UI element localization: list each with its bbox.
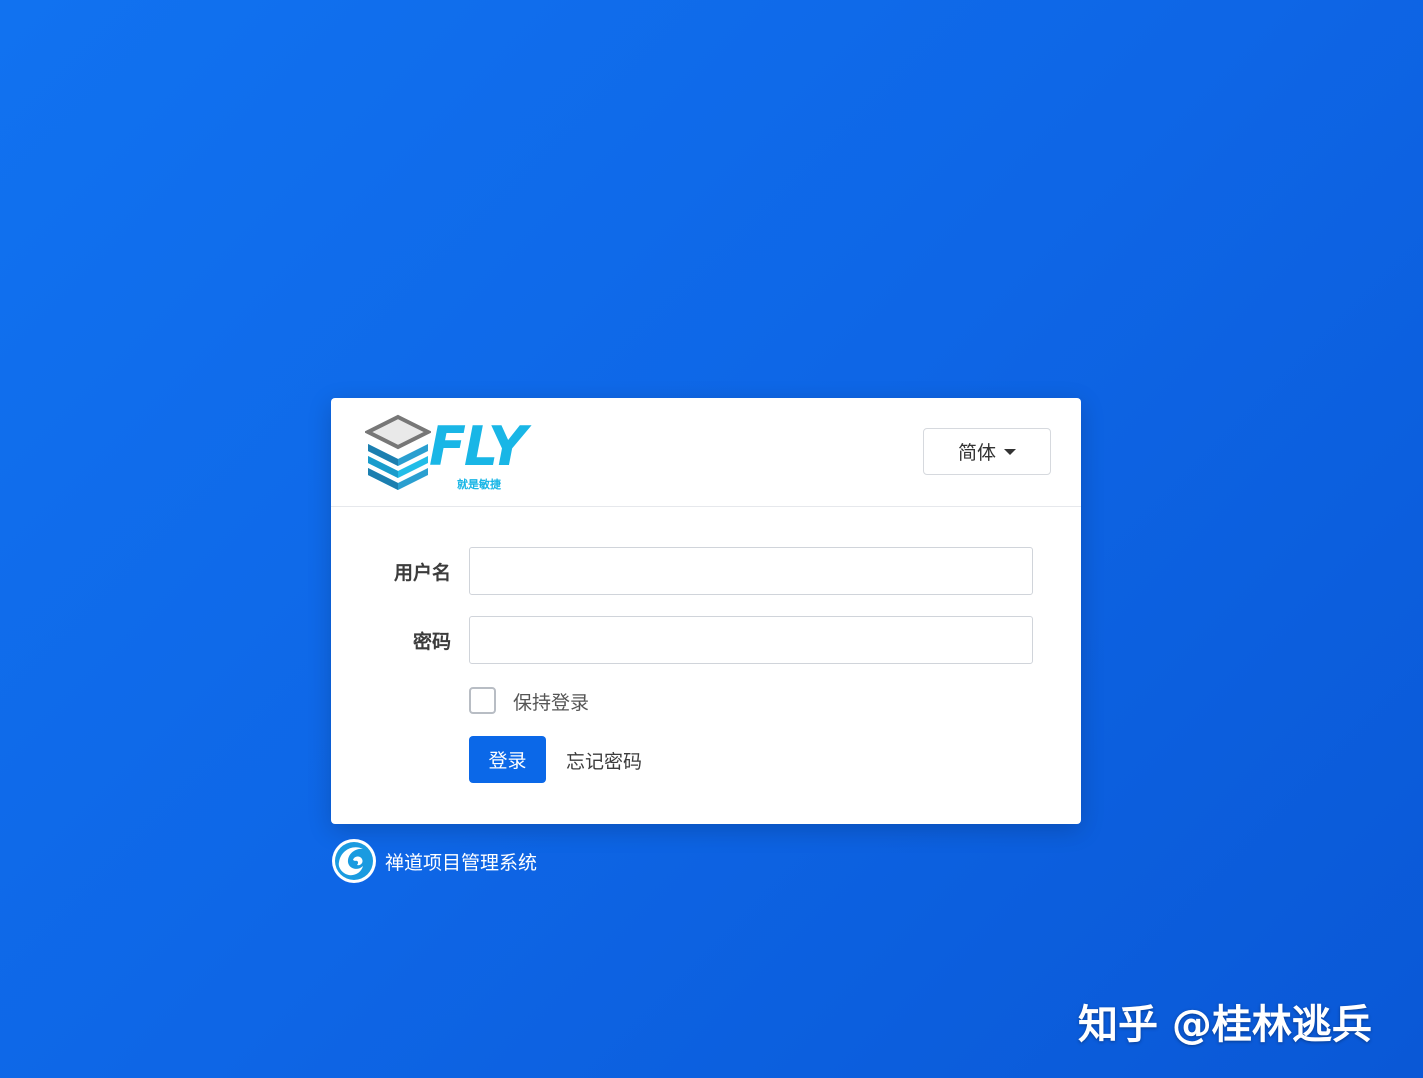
- language-selected-label: 简体: [957, 442, 996, 464]
- panel-header: FLY 就是敏捷 简体: [331, 398, 1081, 507]
- forgot-password-link[interactable]: 忘记密码: [566, 747, 642, 774]
- product-name: 禅道项目管理系统: [385, 851, 538, 874]
- logo-tagline: 就是敏捷: [457, 478, 501, 491]
- password-input[interactable]: [469, 616, 1033, 664]
- login-button[interactable]: 登录: [469, 736, 546, 783]
- username-label: 用户名: [393, 562, 451, 584]
- caret-down-icon: [1004, 448, 1016, 455]
- footer-brand: 禅道项目管理系统: [331, 838, 537, 884]
- logo-wordmark: FLY: [429, 415, 527, 478]
- remember-label[interactable]: 保持登录: [513, 688, 589, 715]
- language-selector[interactable]: 简体: [923, 428, 1051, 475]
- remember-checkbox[interactable]: [469, 687, 496, 714]
- username-input[interactable]: [469, 547, 1033, 595]
- watermark-text: 知乎 @桂林逃兵: [1078, 1002, 1372, 1048]
- password-label: 密码: [412, 631, 451, 653]
- zentao-logo-icon: [332, 839, 376, 883]
- stacked-layers-logo-icon: [365, 414, 431, 490]
- login-panel: FLY 就是敏捷 简体 用户名 密码 保持登录 登录 忘记密码: [331, 398, 1081, 824]
- brand-logo: FLY 就是敏捷: [365, 414, 535, 492]
